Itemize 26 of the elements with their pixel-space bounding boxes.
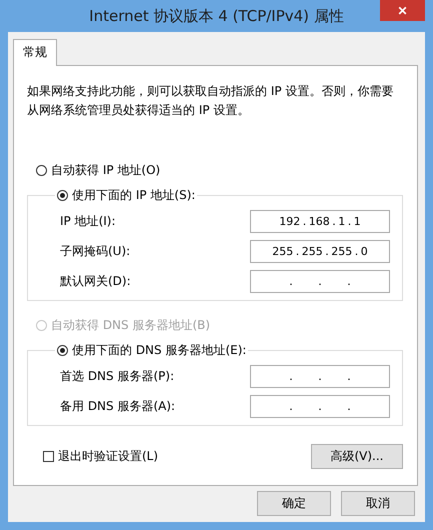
ip-address-value: . . . bbox=[289, 370, 351, 383]
ip-address-value: 255 . 255 . 255 . 0 bbox=[272, 245, 368, 258]
ip-address-field[interactable]: . . . bbox=[250, 365, 390, 388]
description-text: 如果网络支持此功能，则可以获取自动指派的 IP 设置。否则，你需要从网络系统管理员处获得适当的 IP 设置。 bbox=[27, 83, 394, 119]
ip-address-value: . . . bbox=[289, 275, 351, 288]
ip-address-field[interactable]: 255 . 255 . 255 . 0 bbox=[250, 240, 390, 263]
field-label: 首选 DNS 服务器(P): bbox=[60, 368, 174, 385]
radio-option[interactable]: 自动获得 IP 地址(O) bbox=[34, 162, 162, 179]
checkbox-option[interactable]: 退出时验证设置(L) bbox=[43, 448, 158, 465]
window-title: Internet 协议版本 4 (TCP/IPv4) 属性 bbox=[89, 6, 344, 26]
field-label: 默认网关(D): bbox=[60, 273, 131, 290]
radio-option[interactable]: 使用下面的 IP 地址(S): bbox=[55, 187, 198, 204]
close-button[interactable]: ✕ bbox=[380, 0, 425, 21]
ip-address-field[interactable]: . . . bbox=[250, 395, 390, 418]
radio-option[interactable]: 使用下面的 DNS 服务器地址(E): bbox=[55, 342, 248, 359]
tab[interactable]: 常规 bbox=[13, 39, 57, 66]
dialog-button[interactable]: 取消 bbox=[341, 491, 415, 516]
ip-address-value: 192 . 168 . 1 . 1 bbox=[279, 215, 361, 228]
ip-address-value: . . . bbox=[289, 400, 351, 413]
dialog-button[interactable]: 确定 bbox=[257, 491, 331, 516]
ip-address-field[interactable]: 192 . 168 . 1 . 1 bbox=[250, 210, 390, 233]
field-label: IP 地址(I): bbox=[60, 213, 116, 230]
advanced-button[interactable]: 高级(V)... bbox=[311, 444, 403, 469]
field-label: 备用 DNS 服务器(A): bbox=[60, 398, 176, 415]
field-label: 子网掩码(U): bbox=[60, 243, 130, 260]
ip-address-field[interactable]: . . . bbox=[250, 270, 390, 293]
